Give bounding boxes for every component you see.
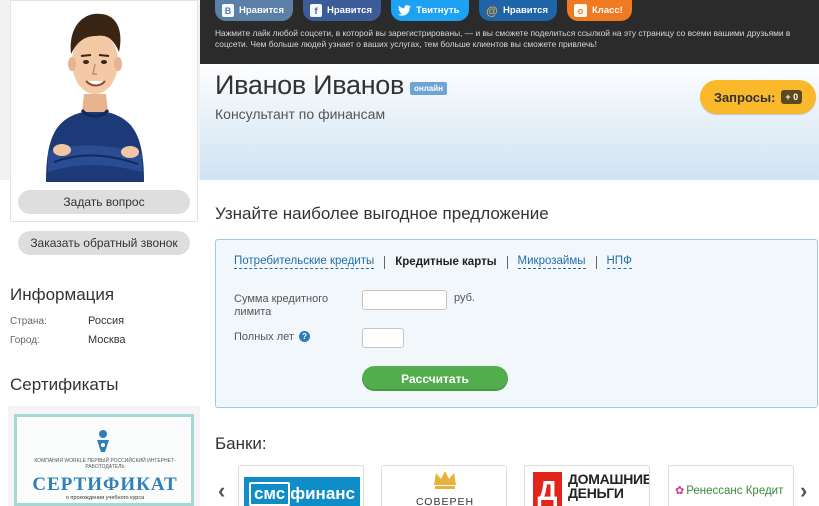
odnoklassniki-like-label: Класс! — [592, 5, 623, 16]
help-icon[interactable]: ? — [299, 331, 311, 342]
avatar — [46, 13, 144, 182]
bank-card-sovcombank[interactable]: СОВЕРЕН — [381, 465, 507, 506]
certificate-organization: КОМПАНИЯ WORKLE ПЕРВЫЙ РОССИЙСКИЙ ИНТЕРН… — [34, 458, 176, 470]
certificate-title: СЕРТИФИКАТ — [32, 474, 178, 495]
twitter-bird-icon — [398, 4, 411, 17]
tab-divider — [506, 255, 508, 269]
renaissance-mark-icon: ✿ — [675, 485, 685, 497]
odnoklassniki-like-button[interactable]: о Класс! — [567, 0, 632, 21]
offer-title: Узнайте наиболее выгодное предложение — [215, 204, 549, 223]
age-label: Полных лет ? — [234, 331, 311, 344]
facebook-icon: f — [310, 4, 323, 17]
carousel-prev-icon[interactable]: ‹ — [218, 478, 225, 504]
home-money-logo-line2: ДЕНЬГИ — [568, 485, 624, 501]
city-value: Москва — [88, 334, 126, 346]
credit-limit-label: Сумма кредитного лимита — [234, 293, 328, 319]
calculate-button[interactable]: Рассчитать — [362, 366, 508, 391]
mailru-icon: @ — [486, 3, 498, 18]
age-input[interactable] — [362, 328, 404, 348]
tab-consumer-loans[interactable]: Потребительские кредиты — [234, 255, 375, 269]
online-badge: онлайн — [410, 82, 447, 95]
carousel-next-icon[interactable]: › — [800, 478, 807, 504]
twitter-tweet-button[interactable]: Твитнуть — [391, 0, 469, 21]
info-title: Информация — [10, 285, 115, 304]
tab-credit-cards[interactable]: Кредитные карты — [395, 256, 496, 269]
country-label: Страна: — [10, 316, 47, 327]
share-note: Нажмите лайк любой соцсети, в которой вы… — [215, 28, 791, 49]
request-callback-button[interactable]: Заказать обратный звонок — [18, 231, 190, 255]
offer-tabs: Потребительские кредиты Кредитные карты … — [234, 255, 632, 269]
certificate-subtitle: о прохождении учебного курса — [65, 495, 145, 501]
requests-label: Запросы: — [713, 89, 776, 105]
ask-question-button[interactable]: Задать вопрос — [18, 190, 190, 214]
sovcombank-logo: СОВЕРЕН — [415, 496, 475, 506]
home-money-logo-mark: Д — [533, 472, 562, 506]
credit-limit-label-line1: Сумма кредитного — [234, 293, 329, 305]
bank-card-smsfinance[interactable]: смс финанс — [238, 465, 364, 506]
odnoklassniki-icon: о — [574, 4, 587, 17]
social-buttons: В Нравится f Нравится Твитнуть @ Нравитс… — [215, 0, 632, 22]
profile-name: Иванов Иванов — [215, 70, 405, 100]
profile-profession: Консультант по финансам — [215, 106, 386, 122]
twitter-tweet-label: Твитнуть — [416, 5, 460, 16]
credit-limit-label-line2: лимита — [234, 306, 272, 318]
bank-card-renaissance[interactable]: ✿ Ренессанс Кредит — [668, 465, 794, 506]
currency-unit: руб. — [454, 292, 475, 304]
requests-button[interactable]: Запросы: + 0 — [700, 80, 816, 114]
facebook-like-button[interactable]: f Нравится — [303, 0, 381, 21]
smsfinance-logo-sms: смс — [248, 482, 291, 506]
certificate-emblem-icon — [97, 430, 109, 452]
vk-icon: В — [222, 4, 235, 17]
credit-limit-input[interactable] — [362, 290, 447, 310]
tab-divider — [384, 255, 386, 269]
smsfinance-logo: смс финанс — [244, 477, 360, 506]
bank-card-home-money[interactable]: Д ДОМАШНИЕ ДЕНЬГИ — [524, 465, 650, 506]
mailru-like-button[interactable]: @ Нравится — [479, 0, 557, 21]
smsfinance-logo-finance: финанс — [290, 484, 356, 503]
tab-pension-fund[interactable]: НПФ — [606, 255, 632, 269]
mailru-like-label: Нравится — [503, 5, 548, 16]
age-label-text: Полных лет — [234, 331, 294, 343]
facebook-like-label: Нравится — [327, 5, 372, 16]
vk-like-label: Нравится — [239, 5, 284, 16]
renaissance-logo-text: Ренессанс Кредит — [686, 485, 784, 497]
country-value: Россия — [88, 315, 125, 327]
crown-icon — [434, 471, 456, 489]
home-money-logo: ДОМАШНИЕ ДЕНЬГИ — [568, 472, 649, 501]
certificates-title: Сертификаты — [10, 375, 119, 394]
requests-count: + 0 — [781, 90, 803, 104]
vk-like-button[interactable]: В Нравится — [215, 0, 293, 21]
city-label: Город: — [10, 335, 40, 346]
tab-microloans[interactable]: Микрозаймы — [517, 255, 586, 269]
renaissance-logo: ✿ Ренессанс Кредит — [675, 484, 783, 497]
banks-title: Банки: — [215, 434, 267, 453]
tab-divider — [595, 255, 597, 269]
